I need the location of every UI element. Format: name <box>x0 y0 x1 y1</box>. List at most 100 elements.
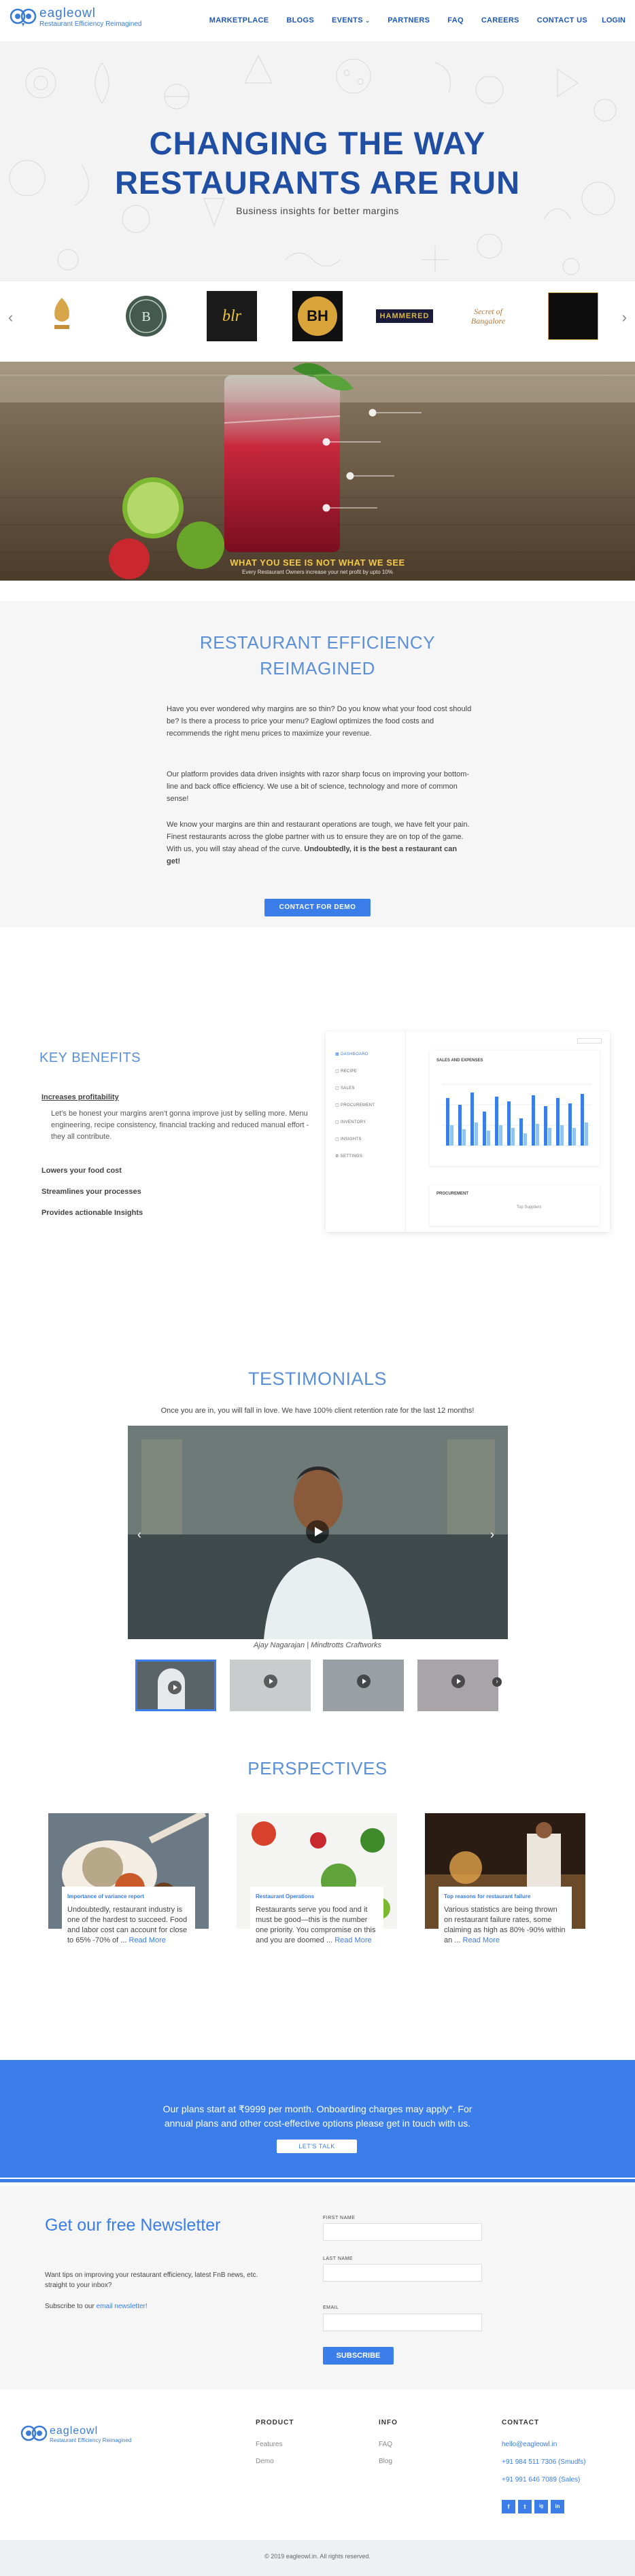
facebook-icon[interactable]: f <box>502 2500 515 2513</box>
dash-item-label: SALES <box>340 1086 355 1090</box>
dashboard-bar <box>556 1098 560 1146</box>
benefit-item-processes[interactable]: Streamlines your processes <box>41 1188 141 1196</box>
nav-careers[interactable]: CAREERS <box>481 16 519 24</box>
hero-section: CHANGING THE WAY RESTAURANTS ARE RUN Bus… <box>0 42 635 281</box>
dashboard-bar <box>446 1098 449 1146</box>
drink-photo-banner: WHAT YOU SEE IS NOT WHAT WE SEE Every Re… <box>0 362 635 581</box>
cocktail-photo <box>0 362 635 581</box>
read-more-link[interactable]: Read More <box>463 1936 500 1944</box>
perspectives-title: PERSPECTIVES <box>247 1758 388 1779</box>
perspective-card-1-body: Importance of variance report Undoubtedl… <box>62 1887 195 1963</box>
video-thumbnail-2[interactable] <box>230 1660 311 1711</box>
subscribe-button[interactable]: SUBSCRIBE <box>323 2347 394 2365</box>
video-thumbnail-4[interactable] <box>417 1660 498 1711</box>
footer-logo-tagline: Restaurant Efficiency Reimagined <box>50 2437 132 2443</box>
client-logo-1 <box>35 290 88 343</box>
pricing-text-line2: annual plans and other cost-effective op… <box>164 2118 471 2129</box>
lets-talk-button[interactable]: LET'S TALK <box>277 2140 357 2153</box>
email-input[interactable] <box>323 2314 482 2331</box>
dashboard-bar <box>536 1124 539 1146</box>
dash-item-dashboard: ▦ DASHBOARD <box>335 1052 368 1057</box>
newsletter-subscribe-text: Subscribe to our email newsletter! <box>45 2301 148 2312</box>
sales-expenses-card: SALES AND EXPENSES <box>430 1050 600 1166</box>
sales-chart-title: SALES AND EXPENSES <box>436 1059 483 1063</box>
dash-item-label: PROCUREMENT <box>340 1103 375 1107</box>
top-navbar: eagleowl Restaurant Efficiency Reimagine… <box>0 0 635 42</box>
copyright-text: © 2019 eagleowl.in. All rights reserved. <box>264 2553 371 2560</box>
first-name-input[interactable] <box>323 2223 482 2241</box>
footer-logo[interactable]: eagleowl Restaurant Efficiency Reimagine… <box>20 2424 131 2444</box>
main-menu: MARKETPLACE BLOGS EVENTS ⌄ PARTNERS FAQ … <box>192 16 587 24</box>
key-benefits-title: KEY BENEFITS <box>39 1050 141 1065</box>
twitter-icon[interactable]: t <box>518 2500 532 2513</box>
login-link[interactable]: LOGIN <box>602 16 625 24</box>
chevron-down-icon: ⌄ <box>365 18 371 24</box>
play-icon <box>168 1681 182 1694</box>
nav-partners[interactable]: PARTNERS <box>388 16 430 24</box>
newsletter-link[interactable]: email newsletter! <box>97 2303 148 2310</box>
benefit-item-insights[interactable]: Provides actionable Insights <box>41 1209 143 1217</box>
perspective-card-3[interactable]: Top reasons for restaurant failure Vario… <box>425 1813 585 1963</box>
footer-email-link[interactable]: hello@eagleowl.in <box>502 2441 557 2448</box>
video-next-icon[interactable]: › <box>490 1528 494 1542</box>
video-thumbnail-1[interactable] <box>135 1660 216 1711</box>
benefit-description: Let's be honest your margins aren't gonn… <box>51 1110 309 1141</box>
carousel-next-icon[interactable]: › <box>622 309 627 326</box>
bh-logo-text: BH <box>298 296 337 336</box>
footer-link-blog[interactable]: Blog <box>379 2458 392 2465</box>
perspective-card-1[interactable]: Importance of variance report Undoubtedl… <box>48 1813 209 1963</box>
nav-blogs[interactable]: BLOGS <box>286 16 314 24</box>
play-icon <box>451 1675 465 1688</box>
dashboard-screenshot: ▦ DASHBOARD ▢ RECIPE ▢ SALES ▢ PROCUREME… <box>326 1031 610 1232</box>
dashboard-bar <box>544 1106 547 1146</box>
dash-item-settings: ⚙ SETTINGS <box>335 1154 363 1158</box>
read-more-link[interactable]: Read More <box>129 1936 166 1944</box>
footer-link-demo[interactable]: Demo <box>256 2458 274 2465</box>
newsletter-title: Get our free Newsletter <box>45 2216 221 2235</box>
svg-text:B: B <box>141 309 150 324</box>
video-prev-icon[interactable]: ‹ <box>137 1528 141 1542</box>
perspective-card-title: Restaurant Operations <box>256 1893 315 1900</box>
dashboard-sidebar: ▦ DASHBOARD ▢ RECIPE ▢ SALES ▢ PROCUREME… <box>326 1031 406 1232</box>
testimonial-video[interactable]: ‹ › <box>128 1426 508 1639</box>
last-name-label: LAST NAME <box>323 2256 354 2261</box>
last-name-input[interactable] <box>323 2264 482 2282</box>
dash-item-procurement: ▢ PROCUREMENT <box>335 1103 375 1107</box>
client-logo-secret: Secret of Bangalore <box>461 290 515 343</box>
nav-events[interactable]: EVENTS ⌄ <box>332 16 370 24</box>
perspective-card-2[interactable]: Restaurant Operations Restaurants serve … <box>237 1813 397 1963</box>
read-more-link[interactable]: Read More <box>334 1936 371 1944</box>
dashboard-bar <box>532 1095 535 1146</box>
eagleowl-logo[interactable]: eagleowl Restaurant Efficiency Reimagine… <box>10 7 141 29</box>
benefit-item-profitability[interactable]: Increases profitability <box>41 1093 119 1101</box>
footer-product-heading: PRODUCT <box>256 2419 294 2426</box>
benefit-item-food-cost[interactable]: Lowers your food cost <box>41 1167 122 1175</box>
video-thumbnail-3[interactable] <box>323 1660 404 1711</box>
perspective-card-3-body: Top reasons for restaurant failure Vario… <box>439 1887 572 1963</box>
dashboard-bar <box>462 1129 466 1146</box>
banner-subcaption: Every Restaurant Owners increase your ne… <box>242 569 393 575</box>
dashboard-bar <box>511 1128 515 1146</box>
footer-link-features[interactable]: Features <box>256 2441 282 2448</box>
nav-marketplace[interactable]: MARKETPLACE <box>209 16 269 24</box>
footer-phone-1[interactable]: +91 984 511 7306 (Smudfs) <box>502 2458 586 2466</box>
carousel-prev-icon[interactable]: ‹ <box>8 309 13 326</box>
hero-title-line1: CHANGING THE WAY <box>149 125 486 161</box>
perspective-card-title: Top reasons for restaurant failure <box>444 1893 531 1900</box>
thumbnails-next-icon[interactable]: › <box>492 1677 502 1687</box>
nav-contact-us[interactable]: CONTACT US <box>537 16 587 24</box>
first-name-label: FIRST NAME <box>323 2216 356 2220</box>
hero-subtitle: Business insights for better margins <box>236 205 399 216</box>
contact-for-demo-button[interactable]: CONTACT FOR DEMO <box>264 899 371 916</box>
play-icon[interactable] <box>306 1520 329 1543</box>
nav-faq[interactable]: FAQ <box>447 16 464 24</box>
perspective-card-2-body: Restaurant Operations Restaurants serve … <box>250 1887 383 1963</box>
footer-link-faq[interactable]: FAQ <box>379 2441 392 2448</box>
testimonials-subtitle: Once you are in, you will fall in love. … <box>160 1407 475 1415</box>
banner-caption: WHAT YOU SEE IS NOT WHAT WE SEE <box>230 557 405 568</box>
linkedin-icon[interactable]: in <box>551 2500 564 2513</box>
instagram-icon[interactable]: ig <box>534 2500 548 2513</box>
owl-logo-icon <box>10 7 37 29</box>
footer-phone-2[interactable]: +91 991 646 7089 (Sales) <box>502 2476 580 2484</box>
reimagined-title-line2: REIMAGINED <box>260 658 375 679</box>
